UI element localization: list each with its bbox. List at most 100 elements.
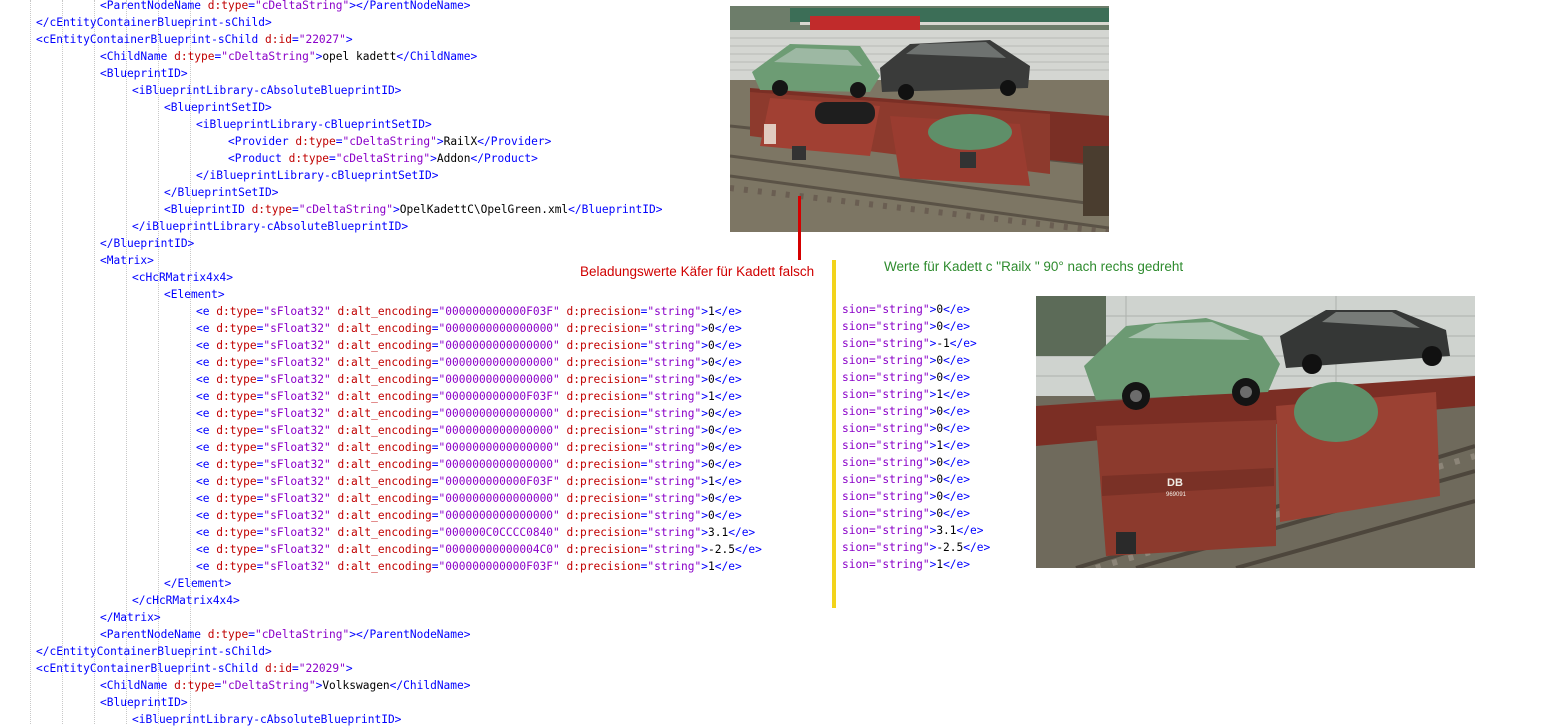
code-token: d:type — [216, 390, 257, 403]
code-token: "cDeltaString" — [221, 679, 316, 692]
code-token: d:type — [216, 339, 257, 352]
code-token: </e> — [714, 407, 742, 420]
code-token: <Element> — [164, 288, 225, 301]
code-token: <cEntityContainerBlueprint-sChild — [36, 662, 266, 675]
code-token: d:type — [216, 441, 257, 454]
code-token: <ParentNodeName — [100, 0, 208, 12]
code-line: <e d:type="sFloat32" d:alt_encoding="000… — [0, 354, 762, 371]
code-token: "string" — [647, 390, 702, 403]
xml-code-fragment: sion="string">0</e> sion="string">0</e> si… — [842, 301, 990, 573]
code-token: = — [431, 390, 439, 403]
wagon-badge-db: DB — [1167, 477, 1183, 489]
code-line: <Element> — [0, 286, 762, 303]
code-line: <e d:type="sFloat32" d:alt_encoding="000… — [0, 388, 762, 405]
code-token: > — [345, 33, 353, 46]
code-token: "0000000000000000" — [438, 458, 567, 471]
code-token: "string" — [647, 509, 702, 522]
code-token: "string" — [647, 458, 702, 471]
code-token: > — [345, 662, 353, 675]
code-token: = — [431, 373, 439, 386]
code-token: = — [431, 526, 439, 539]
code-token: "sFloat32" — [263, 526, 338, 539]
code-token: "0000000000000000" — [438, 492, 567, 505]
code-token: </Element> — [164, 577, 232, 590]
code-line: <e d:type="sFloat32" d:alt_encoding="000… — [0, 541, 762, 558]
code-token: "string" — [647, 526, 702, 539]
code-token: = — [291, 33, 299, 46]
code-line: <e d:type="sFloat32" d:alt_encoding="000… — [0, 507, 762, 524]
code-token: d:precision — [566, 390, 641, 403]
code-token: d:type — [216, 458, 257, 471]
code-line: </cHcRMatrix4x4> — [0, 592, 762, 609]
code-token: = — [431, 356, 439, 369]
code-token: d:id — [265, 33, 292, 46]
code-token: d:type — [207, 628, 249, 641]
code-token: 0 — [708, 373, 715, 386]
code-token: </e> — [714, 373, 742, 386]
code-token: </e> — [943, 388, 971, 401]
code-token: "string" — [647, 424, 702, 437]
code-line: sion="string">0</e> — [842, 488, 990, 505]
code-line: <Provider d:type="cDeltaString">RailX</P… — [0, 133, 762, 150]
code-token: "string" — [647, 356, 702, 369]
code-line: <ParentNodeName d:type="cDeltaString"></… — [0, 626, 762, 643]
code-token: d:precision — [566, 339, 641, 352]
code-token: d:alt_encoding — [337, 424, 432, 437]
code-line: </iBlueprintLibrary-cAbsoluteBlueprintID… — [0, 218, 762, 235]
code-token: <e — [196, 560, 217, 573]
code-token: d:precision — [566, 543, 641, 556]
code-line: <ParentNodeName d:type="cDeltaString"></… — [0, 0, 762, 14]
code-token: </e> — [714, 322, 742, 335]
code-token: d:precision — [566, 305, 641, 318]
code-token: = — [431, 560, 439, 573]
code-token: </e> — [714, 441, 742, 454]
code-token: <Matrix> — [100, 254, 154, 267]
code-token: </Matrix> — [100, 611, 161, 624]
code-token: </cEntityContainerBlueprint-sChild> — [36, 645, 272, 658]
code-token: 1 — [708, 305, 715, 318]
code-token: <BlueprintID> — [100, 67, 188, 80]
code-token: </e> — [943, 439, 971, 452]
code-token: > — [701, 458, 708, 471]
code-token: "22027" — [298, 33, 346, 46]
code-line: sion="string">0</e> — [842, 403, 990, 420]
code-token: d:alt_encoding — [337, 441, 432, 454]
code-token: = — [431, 543, 439, 556]
code-token: > — [701, 441, 708, 454]
code-line: <e d:type="sFloat32" d:alt_encoding="000… — [0, 337, 762, 354]
code-token: <e — [196, 373, 217, 386]
code-token: <cEntityContainerBlueprint-sChild — [36, 33, 266, 46]
code-token: opel kadett — [322, 50, 397, 63]
code-token: </e> — [943, 422, 971, 435]
code-token: = — [291, 662, 299, 675]
code-token: d:alt_encoding — [337, 339, 432, 352]
code-token: > — [701, 322, 708, 335]
code-token: d:type — [216, 356, 257, 369]
code-token: <e — [196, 458, 217, 471]
code-token: d:precision — [566, 356, 641, 369]
code-line: <e d:type="sFloat32" d:alt_encoding="000… — [0, 439, 762, 456]
code-token: "string" — [647, 492, 702, 505]
code-token: "sFloat32" — [263, 458, 338, 471]
code-token: <e — [196, 492, 217, 505]
code-token: 0 — [708, 407, 715, 420]
code-token: </e> — [943, 405, 971, 418]
code-token: > — [701, 305, 708, 318]
code-line: sion="string">1</e> — [842, 556, 990, 573]
code-token: "sFloat32" — [263, 407, 338, 420]
code-token: "string" — [647, 373, 702, 386]
code-token: </cEntityContainerBlueprint-sChild> — [36, 16, 272, 29]
code-token: </e> — [728, 526, 756, 539]
code-line: <BlueprintSetID> — [0, 99, 762, 116]
code-token: > — [701, 492, 708, 505]
code-token: sion="string" — [842, 439, 930, 452]
code-token: <cHcRMatrix4x4> — [132, 271, 234, 284]
code-token: </e> — [714, 424, 742, 437]
code-token: d:precision — [566, 509, 641, 522]
code-token: sion="string" — [842, 507, 930, 520]
code-token: </ChildName> — [389, 679, 471, 692]
code-token: d:type — [216, 492, 257, 505]
code-token: "cDeltaString" — [254, 0, 350, 12]
code-line: <e d:type="sFloat32" d:alt_encoding="000… — [0, 558, 762, 575]
code-token: <e — [196, 305, 217, 318]
